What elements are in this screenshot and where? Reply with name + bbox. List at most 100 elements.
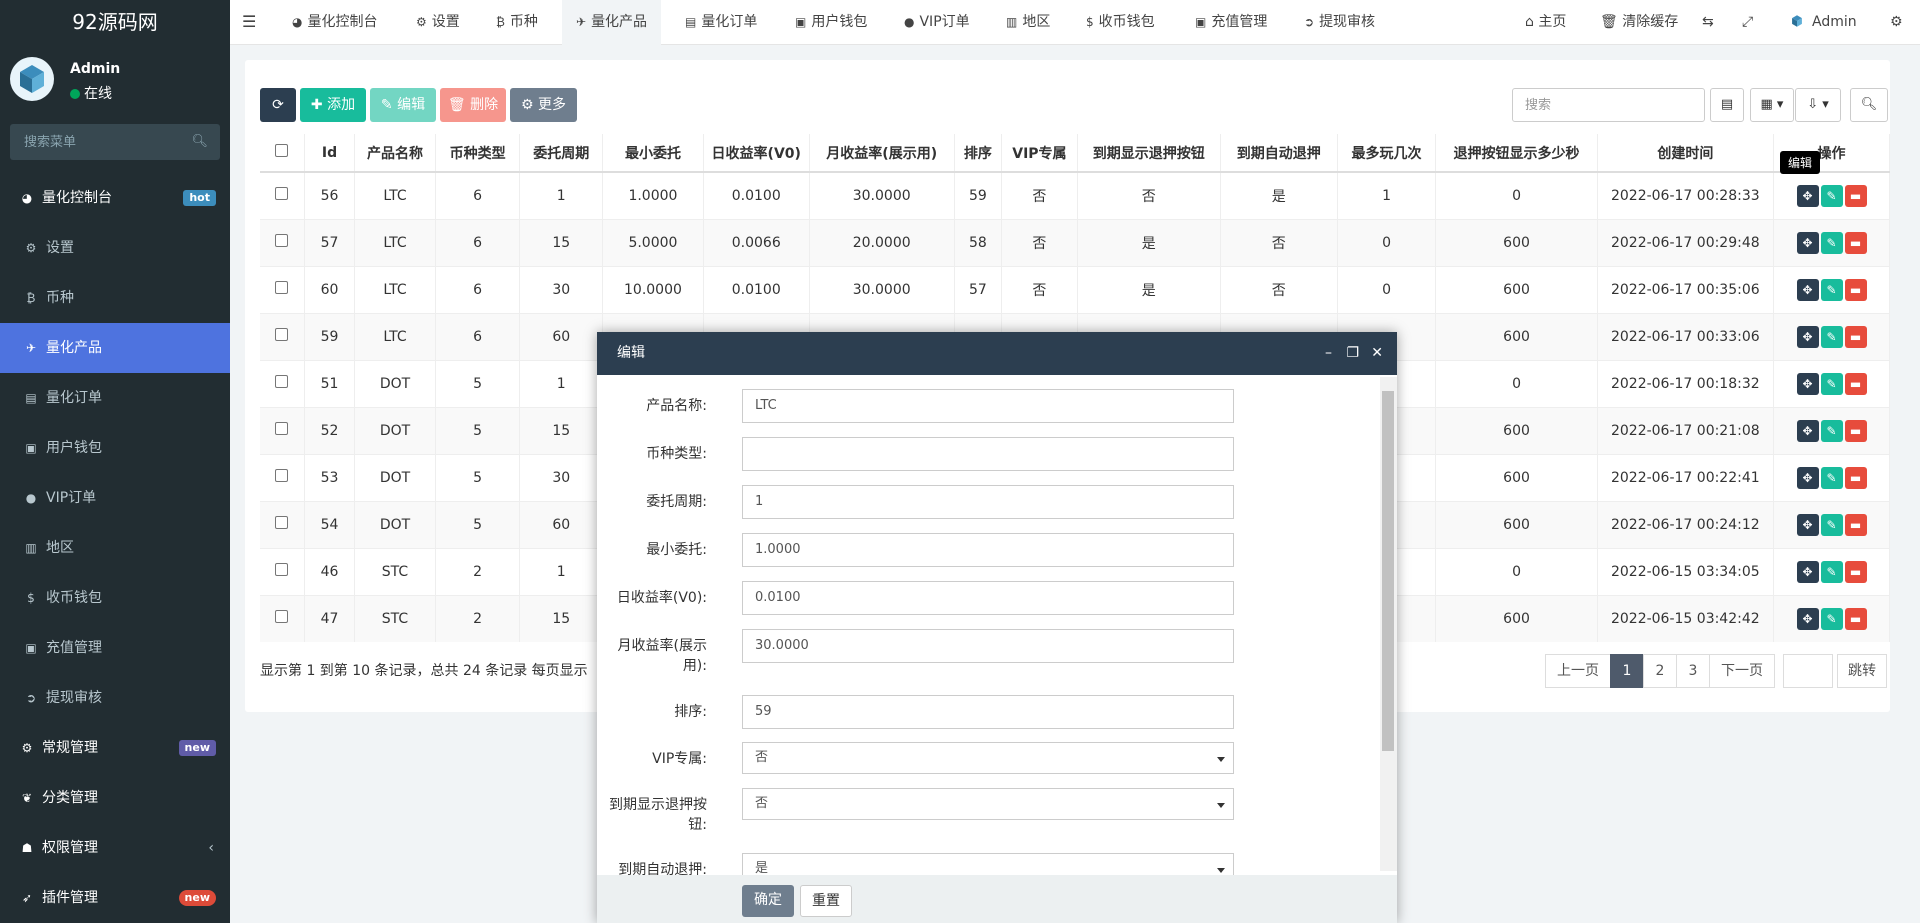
product-name-field[interactable]: LTC: [742, 389, 1234, 423]
row-checkbox[interactable]: [260, 265, 305, 313]
reset-button[interactable]: 重置: [800, 885, 852, 917]
toggle-view-icon[interactable]: ▤: [1710, 88, 1744, 122]
admin-menu[interactable]: Admin: [1788, 0, 1857, 45]
edit-icon[interactable]: ✎: [1820, 560, 1843, 583]
edit-icon[interactable]: ✎: [1820, 231, 1843, 254]
col-monthly-rate[interactable]: 月收益率(展示用): [809, 134, 955, 173]
row-checkbox[interactable]: [260, 171, 305, 219]
search-icon[interactable]: 🔍︎: [1850, 88, 1888, 122]
tab-dashboard[interactable]: ◕ 量化控制台: [278, 0, 391, 45]
edit-button[interactable]: ✎ 编辑: [370, 88, 436, 122]
move-icon[interactable]: ✥: [1796, 372, 1819, 395]
row-checkbox[interactable]: [260, 312, 305, 360]
jump-button[interactable]: 跳转: [1837, 654, 1887, 688]
row-checkbox[interactable]: [260, 547, 305, 595]
trash-icon[interactable]: ▬: [1844, 372, 1867, 395]
search-icon[interactable]: 🔍︎: [191, 134, 208, 149]
confirm-button[interactable]: 确定: [742, 885, 794, 917]
move-icon[interactable]: ✥: [1796, 607, 1819, 630]
minimize-icon[interactable]: –: [1325, 332, 1332, 375]
page-3-button[interactable]: 3: [1676, 654, 1710, 688]
trash-icon[interactable]: ▬: [1844, 607, 1867, 630]
move-icon[interactable]: ✥: [1796, 560, 1819, 583]
trash-icon[interactable]: ▬: [1844, 513, 1867, 536]
sidebar-item-vip-orders[interactable]: ● VIP订单: [0, 473, 230, 523]
col-min-order[interactable]: 最小委托: [602, 134, 704, 173]
trash-icon[interactable]: ▬: [1844, 278, 1867, 301]
row-checkbox[interactable]: [260, 500, 305, 548]
trash-icon[interactable]: ▬: [1844, 325, 1867, 348]
row-checkbox[interactable]: [260, 218, 305, 266]
sidebar-item-permission[interactable]: ☗ 权限管理 ‹: [0, 823, 230, 873]
col-sort[interactable]: 排序: [954, 134, 1003, 173]
tab-receive-wallet[interactable]: $ 收币钱包: [1072, 0, 1169, 45]
jump-page-input[interactable]: [1783, 654, 1833, 688]
sidebar-item-user-wallet[interactable]: ▣ 用户钱包: [0, 423, 230, 473]
columns-icon[interactable]: ▦ ▾: [1750, 88, 1794, 122]
row-checkbox[interactable]: [260, 359, 305, 407]
trash-icon[interactable]: ▬: [1844, 231, 1867, 254]
move-icon[interactable]: ✥: [1796, 278, 1819, 301]
col-product-name[interactable]: 产品名称: [354, 134, 436, 173]
sidebar-item-receive-wallet[interactable]: $ 收币钱包: [0, 573, 230, 623]
delete-button[interactable]: 🗑︎ 删除: [440, 88, 506, 122]
sidebar-item-recharge[interactable]: ▣ 充值管理: [0, 623, 230, 673]
row-checkbox[interactable]: [260, 406, 305, 454]
col-created[interactable]: 创建时间: [1597, 134, 1775, 173]
trash-icon[interactable]: ▬: [1844, 466, 1867, 489]
min-order-field[interactable]: 1.0000: [742, 533, 1234, 567]
tab-currency[interactable]: ₿ 币种: [482, 0, 552, 45]
sidebar-item-withdraw-review[interactable]: ➲ 提现审核: [0, 673, 230, 723]
trash-icon[interactable]: ▬: [1844, 560, 1867, 583]
col-show-refund[interactable]: 到期显示退押按钮: [1077, 134, 1221, 173]
daily-rate-field[interactable]: 0.0100: [742, 581, 1234, 615]
tab-region[interactable]: ▥ 地区: [992, 0, 1064, 45]
modal-scrollbar[interactable]: [1380, 377, 1397, 871]
move-icon[interactable]: ✥: [1796, 231, 1819, 254]
page-1-button[interactable]: 1: [1610, 654, 1644, 688]
move-icon[interactable]: ✥: [1796, 325, 1819, 348]
page-2-button[interactable]: 2: [1643, 654, 1677, 688]
col-currency-type[interactable]: 币种类型: [435, 134, 521, 173]
col-vip[interactable]: VIP专属: [1001, 134, 1078, 173]
edit-icon[interactable]: ✎: [1820, 184, 1843, 207]
trash-icon[interactable]: ▬: [1844, 184, 1867, 207]
tab-user-wallet[interactable]: ▣ 用户钱包: [781, 0, 881, 45]
sidebar-item-plugins[interactable]: ➶ 插件管理 new: [0, 873, 230, 923]
sort-field[interactable]: 59: [742, 695, 1234, 729]
col-max-plays[interactable]: 最多玩几次: [1337, 134, 1437, 173]
home-link[interactable]: ⌂ 主页: [1525, 0, 1566, 45]
sidebar-item-quant-products[interactable]: ✈ 量化产品: [0, 323, 230, 373]
menu-search-input[interactable]: [10, 124, 220, 160]
col-id[interactable]: Id: [304, 134, 356, 173]
sidebar-item-dashboard[interactable]: ◕ 量化控制台 hot: [0, 173, 230, 223]
period-field[interactable]: 1: [742, 485, 1234, 519]
auto-refund-select[interactable]: 是: [742, 853, 1234, 875]
sidebar-item-currency[interactable]: ₿ 币种: [0, 273, 230, 323]
gears-icon[interactable]: ⚙: [1890, 0, 1903, 45]
translate-icon[interactable]: ⇆: [1702, 0, 1714, 45]
move-icon[interactable]: ✥: [1796, 184, 1819, 207]
row-checkbox[interactable]: [260, 594, 305, 642]
edit-icon[interactable]: ✎: [1820, 278, 1843, 301]
tab-quant-products[interactable]: ✈ 量化产品: [562, 0, 662, 45]
monthly-rate-field[interactable]: 30.0000: [742, 629, 1234, 663]
sidebar-item-settings[interactable]: ⚙ 设置: [0, 223, 230, 273]
col-auto-refund[interactable]: 到期自动退押: [1220, 134, 1338, 173]
tab-withdraw-review[interactable]: ➲ 提现审核: [1290, 0, 1389, 45]
show-refund-select[interactable]: 否: [742, 788, 1234, 820]
col-period[interactable]: 委托周期: [519, 134, 604, 173]
tab-vip-orders[interactable]: ● VIP订单: [890, 0, 984, 45]
scrollbar-thumb[interactable]: [1382, 391, 1394, 751]
maximize-icon[interactable]: ❐: [1346, 332, 1359, 375]
currency-type-field[interactable]: [742, 437, 1234, 471]
fullscreen-icon[interactable]: ⤢: [1742, 0, 1753, 45]
move-icon[interactable]: ✥: [1796, 419, 1819, 442]
col-refund-seconds[interactable]: 退押按钮显示多少秒: [1435, 134, 1598, 173]
clear-cache-link[interactable]: 🗑︎ 清除缓存: [1600, 0, 1678, 45]
tab-recharge[interactable]: ▣ 充值管理: [1181, 0, 1281, 45]
move-icon[interactable]: ✥: [1796, 466, 1819, 489]
edit-icon[interactable]: ✎: [1820, 466, 1843, 489]
select-all-checkbox[interactable]: [260, 134, 305, 173]
export-icon[interactable]: ⇩ ▾: [1795, 88, 1841, 122]
